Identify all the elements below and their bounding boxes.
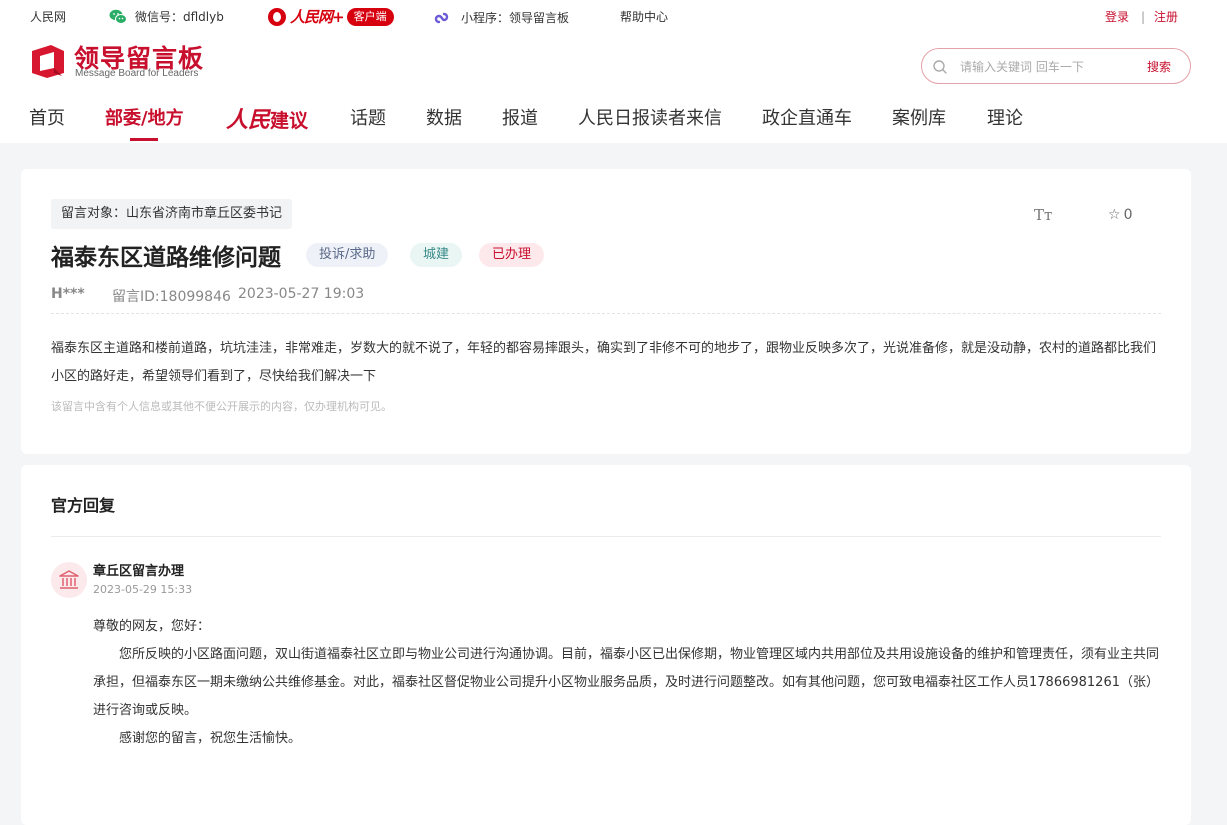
message-id: 留言ID:18099846 <box>112 289 231 305</box>
message-target: 留言对象：山东省济南市章丘区委书记 <box>51 199 293 229</box>
reply-time: 2023-05-29 15:33 <box>93 583 193 596</box>
search-box: 搜索 <box>921 48 1191 84</box>
wechat-info: 微信号：dfldlyb <box>109 9 224 25</box>
nav-reader-letters[interactable]: 人民日报读者来信 <box>578 104 722 130</box>
message-author: H*** <box>51 286 85 302</box>
reply-closing: 感谢您的留言，祝您生活愉快。 <box>119 731 302 746</box>
nav-reports[interactable]: 报道 <box>502 104 538 130</box>
miniprogram-info[interactable]: 小程序：领导留言板 <box>433 9 569 27</box>
message-card: 留言对象：山东省济南市章丘区委书记 Tт ☆ 0 福泰东区道路维修问题 投诉/求助… <box>21 169 1191 454</box>
nav-people-suggestion[interactable]: 人民建议 <box>226 102 308 134</box>
divider <box>51 536 1161 537</box>
auth-separator: | <box>1141 10 1146 24</box>
favorite-button[interactable]: ☆ 0 <box>1108 207 1132 223</box>
nav-people-suggestion-cursive: 人民 <box>226 107 271 133</box>
nav-home[interactable]: 首页 <box>29 104 65 130</box>
message-date: 2023-05-27 19:03 <box>238 286 365 302</box>
search-input[interactable] <box>960 57 1120 77</box>
message-title: 福泰东区道路维修问题 <box>51 245 281 271</box>
nav-topics[interactable]: 话题 <box>350 104 386 130</box>
rmw-client-link[interactable]: 人民网+ 客户端 <box>268 8 394 26</box>
help-center-link[interactable]: 帮助中心 <box>620 9 668 25</box>
nav-people-suggestion-plain: 建议 <box>270 110 309 132</box>
font-size-icon[interactable]: Tт <box>1034 206 1052 224</box>
client-badge: 客户端 <box>346 8 394 26</box>
search-button[interactable]: 搜索 <box>1147 58 1171 75</box>
main-nav: 首页 部委/地方 人民建议 话题 数据 报道 人民日报读者来信 政企直通车 案例… <box>0 100 1227 143</box>
nav-data[interactable]: 数据 <box>426 104 462 130</box>
reply-body: 尊敬的网友，您好： 您所反映的小区路面问题，双山街道福泰社区立即与物业公司进行沟… <box>93 613 1161 753</box>
status-badge: 已办理 <box>479 243 545 267</box>
site-link[interactable]: 人民网 <box>30 9 66 25</box>
privacy-note: 该留言中含有个人信息或其他不便公开展示的内容，仅办理机构可见。 <box>51 400 392 413</box>
reply-org-name: 章丘区留言办理 <box>93 564 185 579</box>
register-link[interactable]: 注册 <box>1154 9 1178 25</box>
login-link[interactable]: 登录 <box>1105 9 1129 25</box>
nav-case-library[interactable]: 案例库 <box>892 104 946 130</box>
type-tag: 投诉/求助 <box>306 243 389 267</box>
wechat-icon <box>109 9 127 25</box>
search-icon <box>933 60 947 74</box>
nav-theory[interactable]: 理论 <box>987 104 1023 130</box>
reply-card: 官方回复 章丘区留言办理 2023-05-29 15:33 尊敬的网友，您好： … <box>21 465 1191 825</box>
star-icon: ☆ <box>1108 207 1121 223</box>
nav-ministries-local[interactable]: 部委/地方 <box>105 104 184 141</box>
miniprogram-icon <box>433 9 453 27</box>
site-header: 人民网 微信号：dfldlyb 人民网+ 客户端 小程序：领导留言板 帮助中心 … <box>0 0 1227 143</box>
category-tag: 城建 <box>410 243 463 267</box>
reply-content: 您所反映的小区路面问题，双山街道福泰社区立即与物业公司进行沟通协调。目前，福泰小… <box>93 647 1160 718</box>
rmw-logo-icon <box>268 8 286 26</box>
org-avatar <box>51 562 87 598</box>
site-logo[interactable]: 领导留言板 Message Board for Leaders <box>29 41 229 81</box>
message-content: 福泰东区主道路和楼前道路，坑坑洼洼，非常难走，岁数大的就不说了，年轻的都容易摔跟… <box>51 341 1157 384</box>
miniprogram-label: 小程序：领导留言板 <box>461 11 570 25</box>
favorite-count: 0 <box>1123 207 1133 223</box>
government-building-icon <box>59 570 79 589</box>
rmw-logo-text: 人民网+ <box>290 8 345 26</box>
divider <box>51 313 1161 314</box>
nav-enterprise[interactable]: 政企直通车 <box>762 104 852 130</box>
top-bar: 人民网 微信号：dfldlyb 人民网+ 客户端 小程序：领导留言板 帮助中心 … <box>0 0 1227 34</box>
logo-mark-icon <box>32 45 64 78</box>
reply-greeting: 尊敬的网友，您好： <box>93 619 211 634</box>
reply-heading: 官方回复 <box>51 496 116 515</box>
logo-subtitle: Message Board for Leaders <box>75 68 199 79</box>
wechat-id: 微信号：dfldlyb <box>135 10 224 24</box>
